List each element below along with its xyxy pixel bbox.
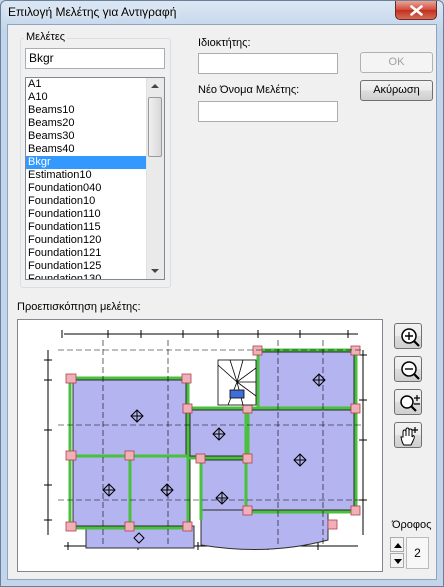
studies-listbox[interactable]: A1 A10 Beams10 Beams20 Beams30 Beams40 Bkgr Est… <box>25 77 165 280</box>
window-title: Επιλογή Μελέτης για Αντιγραφή <box>8 5 177 19</box>
study-filter-input[interactable]: Bkgr <box>25 48 165 69</box>
cancel-button[interactable]: Ακύρωση <box>360 80 433 101</box>
close-button[interactable] <box>395 1 437 20</box>
list-item[interactable]: Beams30 <box>26 130 149 143</box>
arrow-up-icon <box>394 543 402 548</box>
list-item[interactable]: Foundation130 <box>26 273 149 279</box>
zoom-in-button[interactable] <box>394 323 422 349</box>
list-item[interactable]: Foundation10 <box>26 195 149 208</box>
zoom-in-icon <box>401 328 420 347</box>
new-name-label: Νέο Όνομα Μελέτης: <box>198 84 300 96</box>
zoom-out-button[interactable] <box>394 356 422 382</box>
list-item[interactable]: Beams10 <box>26 104 149 117</box>
list-item[interactable]: Foundation120 <box>26 234 149 247</box>
floor-label: Όροφος <box>392 519 432 531</box>
list-item[interactable]: Beams20 <box>26 117 149 130</box>
zoom-out-icon <box>401 361 420 380</box>
list-item[interactable]: Foundation040 <box>26 182 149 195</box>
studies-group-label: Μελέτες <box>24 31 68 43</box>
zoom-extents-icon <box>400 395 420 412</box>
list-item[interactable]: A10 <box>26 91 149 104</box>
preview-label: Προεπισκόπηση μελέτης: <box>17 301 141 313</box>
ok-button[interactable]: OK <box>360 52 433 73</box>
list-item[interactable]: Foundation121 <box>26 247 149 260</box>
studies-list-items: A1 A10 Beams10 Beams20 Beams30 Beams40 Bkgr Est… <box>26 78 164 279</box>
new-name-input[interactable] <box>198 101 338 122</box>
list-item[interactable]: Estimation10 <box>26 169 149 182</box>
pan-button[interactable] <box>394 422 422 448</box>
dialog-window: Επιλογή Μελέτης για Αντιγραφή Μελέτες Bk… <box>0 0 444 587</box>
list-item[interactable]: Foundation115 <box>26 221 149 234</box>
zoom-extents-button[interactable] <box>394 389 422 415</box>
studies-scrollbar[interactable] <box>146 78 164 279</box>
list-item[interactable]: Foundation125 <box>26 260 149 273</box>
scroll-down-icon[interactable] <box>151 269 159 273</box>
scroll-up-icon[interactable] <box>151 84 159 88</box>
study-preview-canvas[interactable] <box>17 319 383 572</box>
pan-hand-icon <box>400 427 418 446</box>
arrow-down-icon <box>394 559 402 564</box>
owner-input[interactable] <box>198 53 338 74</box>
list-item[interactable]: Bkgr <box>26 156 149 169</box>
close-icon <box>410 5 423 16</box>
floor-value: 2 <box>406 537 429 569</box>
owner-label: Ιδιοκτήτης: <box>198 37 251 49</box>
list-item[interactable]: Foundation110 <box>26 208 149 221</box>
dialog-client: Μελέτες Bkgr A1 A10 Beams10 Beams20 Beams30 B… <box>7 24 437 580</box>
scroll-thumb[interactable] <box>148 97 162 157</box>
floor-up-button[interactable] <box>390 537 404 552</box>
floor-down-button[interactable] <box>390 553 404 568</box>
floor-plan-drawing <box>44 330 367 550</box>
floor-spinner[interactable] <box>390 537 404 569</box>
list-item[interactable]: A1 <box>26 78 149 91</box>
list-item[interactable]: Beams40 <box>26 143 149 156</box>
